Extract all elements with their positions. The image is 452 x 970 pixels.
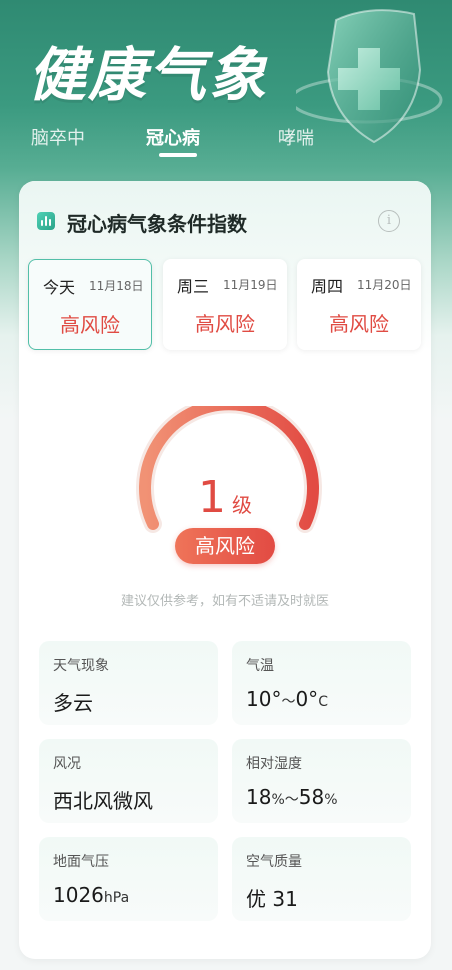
humidity-low: 18 <box>246 785 272 809</box>
humidity-separator: ～ <box>284 792 299 808</box>
day-date: 11月20日 <box>357 278 412 292</box>
risk-level: 1级 <box>19 472 431 523</box>
risk-badge: 高风险 <box>175 528 275 564</box>
stat-temperature: 气温 10°～0°C <box>232 641 411 725</box>
temperature-separator: ～ <box>281 694 296 710</box>
stat-wind: 风况 西北风微风 <box>39 739 218 823</box>
temperature-unit: C <box>318 694 328 710</box>
tab-coronary[interactable]: 冠心病 <box>146 124 200 150</box>
tab-asthma[interactable]: 哮喘 <box>278 124 314 150</box>
stat-air-quality: 空气质量 优 31 <box>232 837 411 921</box>
risk-level-unit: 级 <box>232 493 252 517</box>
stat-value: 优 31 <box>246 887 298 911</box>
day-name: 周四 <box>311 277 344 296</box>
stat-label: 天气现象 <box>53 658 109 674</box>
stat-value: 18%～58% <box>246 785 338 809</box>
humidity-high: 58 <box>298 785 325 809</box>
day-risk: 高风险 <box>60 313 120 337</box>
day-name: 今天 <box>43 278 76 297</box>
humidity-unit-1: % <box>271 792 285 808</box>
day-thursday[interactable]: 周四 11月20日 高风险 <box>297 259 421 350</box>
risk-level-number: 1 <box>198 472 226 523</box>
day-wednesday[interactable]: 周三 11月19日 高风险 <box>163 259 287 350</box>
card-title: 冠心病气象条件指数 <box>67 212 247 236</box>
disease-tabs: 脑卒中 冠心病 哮喘 <box>0 120 452 160</box>
temperature-high: 10° <box>246 687 282 711</box>
active-tab-indicator <box>159 153 197 157</box>
stat-label: 空气质量 <box>246 854 302 870</box>
stat-value: 1026hPa <box>53 883 129 907</box>
page-title: 健康气象 <box>28 41 269 109</box>
stat-label: 地面气压 <box>53 854 109 870</box>
day-risk: 高风险 <box>329 312 389 336</box>
stat-weather: 天气现象 多云 <box>39 641 218 725</box>
stat-label: 风况 <box>53 756 81 772</box>
stat-label: 相对湿度 <box>246 756 302 772</box>
stat-value: 西北风微风 <box>53 789 153 813</box>
pressure-value: 1026 <box>53 883 104 907</box>
stat-label: 气温 <box>246 658 274 674</box>
temperature-low: 0° <box>295 687 319 711</box>
humidity-unit-2: % <box>324 792 338 808</box>
stat-humidity: 相对湿度 18%～58% <box>232 739 411 823</box>
stat-value: 多云 <box>53 691 93 715</box>
info-icon[interactable]: i <box>378 210 400 232</box>
stat-pressure: 地面气压 1026hPa <box>39 837 218 921</box>
day-date: 11月18日 <box>89 279 144 293</box>
day-today[interactable]: 今天 11月18日 高风险 <box>28 259 152 350</box>
advice-text: 建议仅供参考，如有不适请及时就医 <box>120 594 329 609</box>
index-card: 冠心病气象条件指数 i 今天 11月18日 高风险 周三 11月19日 高风险 … <box>19 181 431 959</box>
day-name: 周三 <box>177 277 210 296</box>
tab-stroke[interactable]: 脑卒中 <box>31 124 85 150</box>
day-date: 11月19日 <box>223 278 278 292</box>
day-risk: 高风险 <box>195 312 255 336</box>
pressure-unit: hPa <box>103 890 130 906</box>
chart-bars-icon <box>37 212 55 230</box>
stat-value: 10°～0°C <box>246 687 328 711</box>
